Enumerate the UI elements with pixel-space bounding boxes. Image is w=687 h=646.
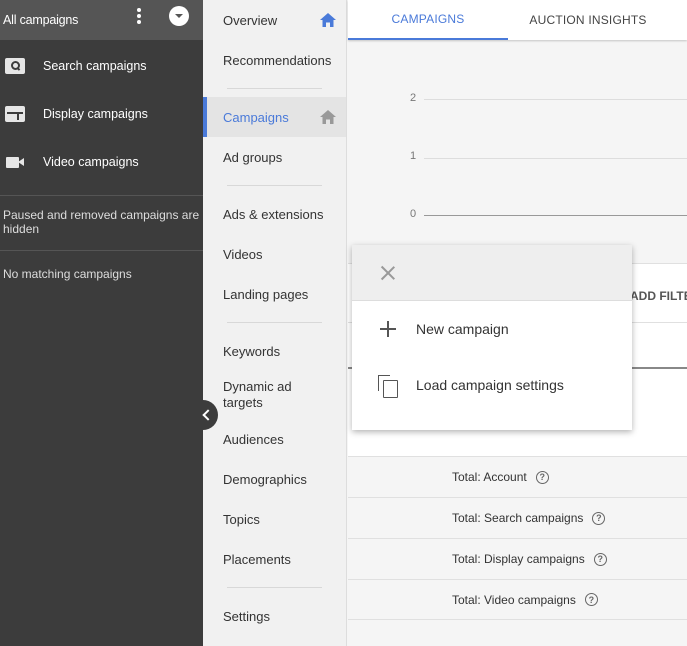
- nav-item-campaigns[interactable]: Campaigns: [203, 97, 346, 137]
- more-options-icon[interactable]: [133, 7, 145, 25]
- nav-item-placements[interactable]: Placements: [203, 539, 346, 579]
- nav-divider: [227, 322, 322, 323]
- total-row: Total: Search campaigns ?: [348, 497, 687, 538]
- help-icon[interactable]: ?: [584, 593, 598, 606]
- empty-message: No matching campaigns: [0, 250, 203, 297]
- new-campaign-item[interactable]: New campaign: [352, 301, 632, 357]
- performance-chart: 2 1 0: [348, 40, 687, 240]
- menu-header: [352, 245, 632, 301]
- nav-item-label: Videos: [223, 246, 263, 262]
- gridline: [424, 99, 687, 100]
- campaign-panel-header: All campaigns: [0, 0, 203, 40]
- nav-item-label: Topics: [223, 511, 260, 527]
- total-row: Total: Video campaigns ?: [348, 579, 687, 620]
- nav-item-label: Settings: [223, 608, 270, 624]
- dropdown-icon[interactable]: [169, 6, 189, 26]
- y-tick-label: 1: [410, 150, 417, 162]
- load-campaign-settings-item[interactable]: Load campaign settings: [352, 357, 632, 413]
- campaign-type-search[interactable]: Search campaigns: [0, 42, 203, 90]
- gridline: [424, 158, 687, 159]
- video-icon: [5, 154, 25, 170]
- home-icon: [320, 13, 336, 27]
- nav-divider: [227, 185, 322, 186]
- nav-divider: [227, 587, 322, 588]
- menu-item-label: New campaign: [416, 321, 509, 337]
- nav-item-label: Recommendations: [223, 52, 332, 68]
- menu-item-label: Load campaign settings: [416, 377, 564, 393]
- nav-item-keywords[interactable]: Keywords: [203, 331, 346, 371]
- tab-bar: CAMPAIGNS AUCTION INSIGHTS: [348, 0, 687, 40]
- baseline: [424, 215, 687, 216]
- tab-campaigns[interactable]: CAMPAIGNS: [348, 0, 508, 40]
- y-tick-label: 2: [410, 92, 417, 104]
- nav-item-label: Ad groups: [223, 149, 283, 165]
- nav-item-label: Placements: [223, 551, 291, 567]
- nav-item-dynamic-ad-targets[interactable]: Dynamic ad targets: [203, 371, 346, 419]
- nav-item-recommendations[interactable]: Recommendations: [203, 40, 346, 80]
- nav-item-settings[interactable]: Settings: [203, 596, 346, 636]
- nav-item-label: Ads & extensions: [223, 206, 324, 222]
- total-row: Total: Account ?: [348, 456, 687, 497]
- create-campaign-menu: New campaign Load campaign settings: [352, 245, 632, 430]
- close-icon[interactable]: [380, 265, 396, 281]
- nav-item-ads-extensions[interactable]: Ads & extensions: [203, 194, 346, 234]
- display-icon: [5, 106, 25, 122]
- nav-item-label: Demographics: [223, 471, 307, 487]
- campaign-type-label: Display campaigns: [43, 107, 148, 121]
- copy-icon: [378, 375, 398, 398]
- total-label: Total: Search campaigns: [452, 511, 584, 525]
- nav-item-label: Audiences: [223, 431, 284, 447]
- help-icon[interactable]: ?: [535, 470, 549, 484]
- campaign-type-label: Video campaigns: [43, 155, 139, 169]
- nav-item-audiences[interactable]: Audiences: [203, 419, 346, 459]
- home-icon: [320, 110, 336, 124]
- hidden-campaigns-note: Paused and removed campaigns are hidden: [0, 195, 203, 250]
- nav-item-videos[interactable]: Videos: [203, 234, 346, 274]
- tab-auction-insights[interactable]: AUCTION INSIGHTS: [508, 0, 668, 40]
- help-icon[interactable]: ?: [593, 552, 607, 566]
- all-campaigns-title[interactable]: All campaigns: [3, 13, 78, 27]
- total-label: Total: Video campaigns: [452, 592, 576, 607]
- nav-item-overview[interactable]: Overview: [203, 0, 346, 40]
- nav-item-label: Campaigns: [223, 109, 289, 125]
- nav-item-label: Overview: [223, 12, 278, 28]
- total-label: Total: Display campaigns: [452, 552, 585, 566]
- nav-divider: [227, 88, 322, 89]
- page-nav: Overview Recommendations Campaigns Ad gr…: [203, 0, 347, 646]
- nav-item-label: Landing pages: [223, 286, 309, 302]
- plus-icon: [380, 321, 396, 337]
- search-icon: [5, 58, 25, 74]
- nav-item-label: Dynamic ad targets: [223, 379, 292, 410]
- nav-item-label: Keywords: [223, 343, 281, 359]
- nav-item-ad-groups[interactable]: Ad groups: [203, 137, 346, 177]
- total-row: Total: Display campaigns ?: [348, 538, 687, 579]
- total-label: Total: Account: [452, 470, 527, 484]
- nav-item-topics[interactable]: Topics: [203, 499, 346, 539]
- campaign-type-display[interactable]: Display campaigns: [0, 90, 203, 138]
- campaign-panel: All campaigns Search campaigns Display c…: [0, 0, 203, 646]
- add-filter-button[interactable]: ADD FILTER: [630, 289, 687, 303]
- app-root: All campaigns Search campaigns Display c…: [0, 0, 687, 646]
- nav-item-demographics[interactable]: Demographics: [203, 459, 346, 499]
- y-tick-label: 0: [410, 208, 417, 220]
- campaign-type-video[interactable]: Video campaigns: [0, 138, 203, 186]
- help-icon[interactable]: ?: [592, 511, 606, 525]
- campaign-type-label: Search campaigns: [43, 59, 147, 73]
- nav-item-landing-pages[interactable]: Landing pages: [203, 274, 346, 314]
